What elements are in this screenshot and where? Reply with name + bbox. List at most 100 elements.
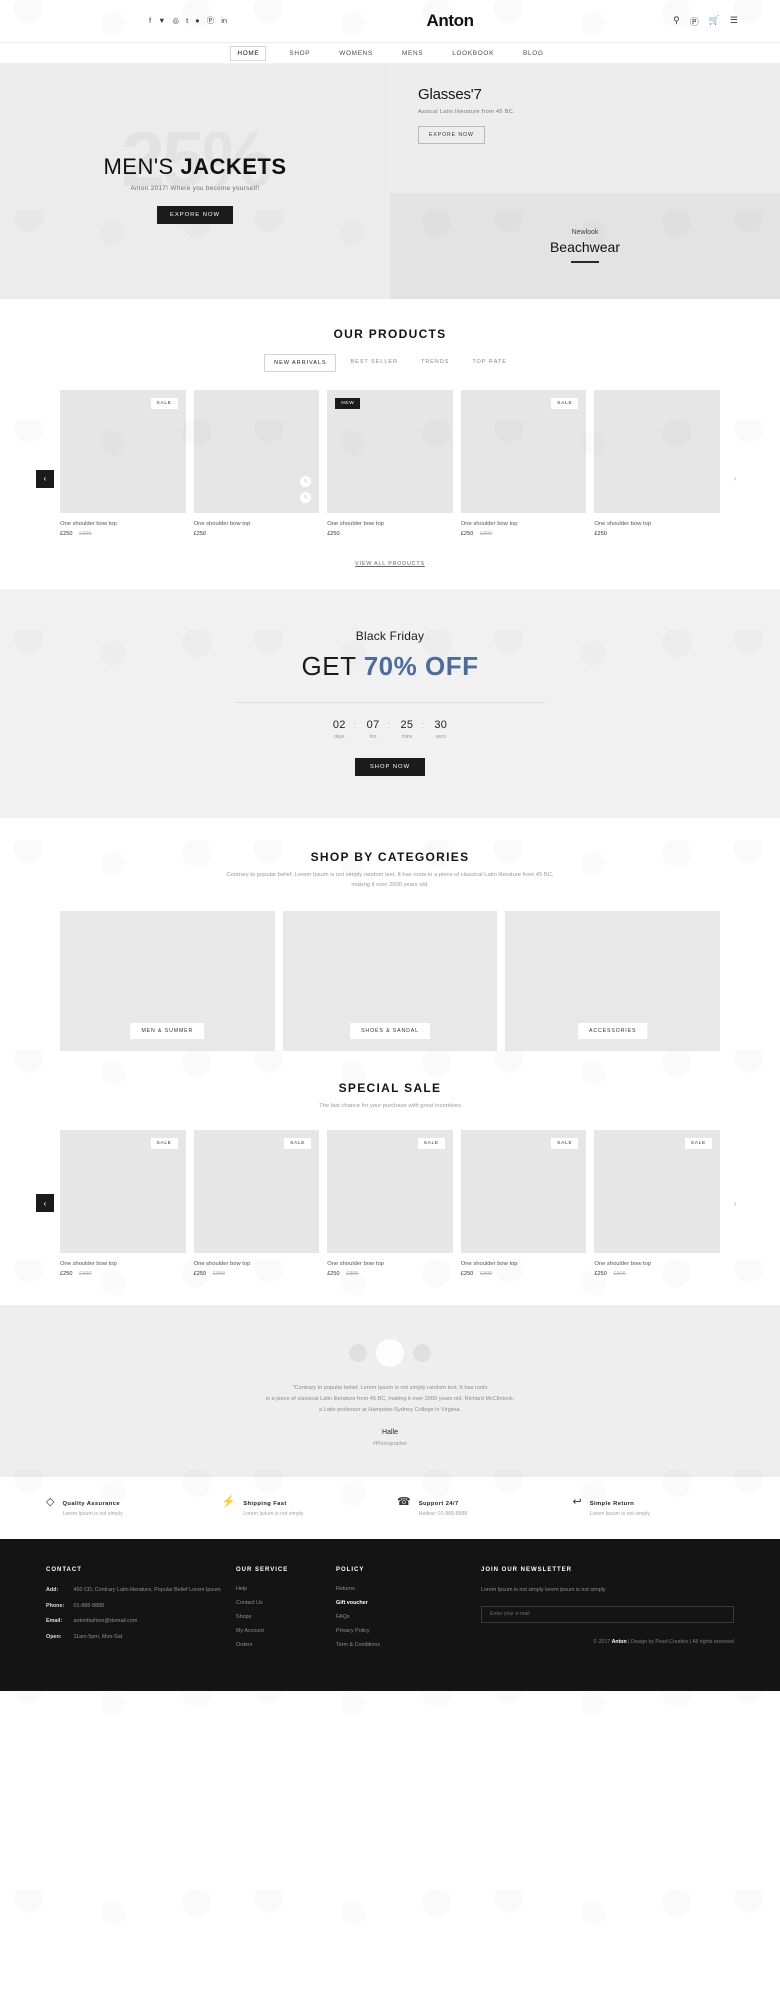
footer-link-help[interactable]: Help <box>236 1586 336 1592</box>
sale-product-card[interactable]: SALE One shoulder bow top £250 £300 <box>594 1129 720 1277</box>
product-card[interactable]: SALE One shoulder bow top £250 £300 <box>460 390 587 537</box>
site-logo[interactable]: Anton <box>227 11 673 31</box>
contact-label: Open: <box>46 1634 62 1641</box>
product-price: £250 £300 <box>60 1271 186 1277</box>
price-current: £250 <box>193 1270 207 1277</box>
nav-item-home[interactable]: HOME <box>230 45 267 61</box>
search-icon[interactable]: ⚲ <box>673 15 680 28</box>
product-card[interactable]: ♡ ♡ One shoulder bow top £250 <box>193 390 320 537</box>
product-price: £250 <box>327 531 453 537</box>
product-image[interactable] <box>594 390 720 513</box>
twitter-icon[interactable]: ▼ <box>158 17 165 25</box>
footer-link-faqs[interactable]: FAQs <box>336 1614 481 1620</box>
countdown-label: days <box>333 734 345 740</box>
dribbble-icon[interactable]: ● <box>195 17 200 25</box>
product-card[interactable]: NEW One shoulder bow top £250 <box>327 390 453 537</box>
product-name: One shoulder bow top <box>594 1260 652 1267</box>
contact-value[interactable]: antonfashion@domail.com <box>74 1618 138 1624</box>
footer-policy-heading: POLICY <box>336 1567 365 1574</box>
tab-trends[interactable]: TRENDS <box>412 354 458 372</box>
favorite-icon[interactable]: ♡ <box>300 492 312 503</box>
facebook-icon[interactable]: f <box>149 17 151 25</box>
avatar[interactable] <box>413 1343 431 1362</box>
product-image[interactable]: SALE <box>327 1129 453 1253</box>
tab-top-rate[interactable]: TOP RATE <box>463 354 516 372</box>
footer-link-terms[interactable]: Term & Conditions <box>336 1642 481 1648</box>
black-friday-headline: GET 70% OFF <box>0 651 780 682</box>
countdown-minutes: 25 mins <box>388 719 414 740</box>
category-label[interactable]: SHOES & SANDAL <box>350 1022 430 1039</box>
avatar-active[interactable] <box>376 1338 404 1367</box>
sale-carousel-next-button[interactable]: › <box>726 1194 744 1212</box>
sale-carousel-prev-button[interactable]: ‹ <box>36 1194 54 1213</box>
user-icon[interactable]: Ⓟ <box>690 15 699 28</box>
sale-product-card[interactable]: SALE One shoulder bow top £250 £300 <box>193 1129 320 1277</box>
hero-primary-banner[interactable]: 25% MEN'S JACKETS Anton 2017! Where you … <box>0 64 390 299</box>
social-links[interactable]: f ▼ ◎ t ● Ⓟ in <box>149 17 227 25</box>
product-price: £250 £300 <box>194 1271 320 1277</box>
avatar[interactable] <box>349 1343 367 1362</box>
countdown-label: hrs <box>369 734 377 740</box>
category-label[interactable]: MEN & SUMMER <box>130 1022 205 1039</box>
product-badge-sale: SALE <box>551 398 579 409</box>
nav-item-mens[interactable]: MENS <box>396 47 429 60</box>
carousel-prev-button[interactable]: ‹ <box>36 469 54 488</box>
product-image[interactable]: NEW <box>327 390 453 513</box>
product-card[interactable]: One shoulder bow top £250 <box>594 390 720 537</box>
product-card[interactable]: SALE One shoulder bow top £250 £300 <box>60 390 186 537</box>
footer-link-my-account[interactable]: My Account <box>236 1628 336 1634</box>
price-current: £250 <box>60 531 73 537</box>
product-image[interactable]: SALE <box>460 1129 587 1253</box>
footer-link-contact-us[interactable]: Contact Us <box>236 1600 336 1606</box>
nav-item-blog[interactable]: BLOG <box>517 47 550 60</box>
sale-product-card[interactable]: SALE One shoulder bow top £250 £300 <box>60 1129 186 1277</box>
product-image[interactable]: SALE <box>60 1129 186 1253</box>
features-bar: ◇ Quality Assurance Lorem Ipsum is not s… <box>0 1477 780 1539</box>
instagram-icon[interactable]: ◎ <box>173 17 180 25</box>
category-card[interactable]: ACCESSORIES <box>505 910 721 1051</box>
footer-link-shops[interactable]: Shops <box>236 1614 336 1620</box>
view-all-products-link[interactable]: VIEW ALL PRODUCTS <box>60 561 720 567</box>
product-badge-sale: SALE <box>417 1137 445 1149</box>
footer-link-privacy-policy[interactable]: Privacy Policy <box>336 1628 481 1634</box>
footer-link-gift-voucher[interactable]: Gift voucher <box>336 1600 481 1606</box>
glasses-title: Glasses'7 <box>418 86 482 103</box>
category-card[interactable]: SHOES & SANDAL <box>282 910 498 1051</box>
categories-section: SHOP BY CATEGORIES Contrary to popular b… <box>0 818 780 1051</box>
product-image[interactable]: SALE <box>460 390 587 513</box>
newsletter-email-input[interactable]: Enter your e-mail <box>481 1605 734 1623</box>
price-original: £300 <box>212 1270 226 1277</box>
product-image[interactable]: ♡ ♡ <box>193 390 320 513</box>
product-quick-actions[interactable]: ♡ ♡ <box>300 476 312 503</box>
product-price: £250 <box>194 531 320 537</box>
hero-beachwear-banner[interactable]: Newlook Beachwear <box>390 192 780 299</box>
sale-product-card[interactable]: SALE One shoulder bow top £250 £300 <box>327 1129 453 1277</box>
tab-new-arrivals[interactable]: NEW ARRIVALS <box>264 354 337 372</box>
footer-link-orders[interactable]: Orders <box>236 1642 336 1648</box>
hero-glasses-banner[interactable]: Glasses'7 Assical Latin literature from … <box>390 64 780 193</box>
product-image[interactable]: SALE <box>594 1129 720 1253</box>
categories-title: SHOP BY CATEGORIES <box>310 850 470 864</box>
hero-cta-button[interactable]: EXPORE NOW <box>157 205 233 224</box>
product-image[interactable]: SALE <box>60 390 186 513</box>
tumblr-icon[interactable]: t <box>186 17 188 25</box>
carousel-next-button[interactable]: › <box>726 470 744 488</box>
nav-item-womens[interactable]: WOMENS <box>333 47 379 60</box>
wishlist-icon[interactable]: ♡ <box>300 476 312 487</box>
nav-item-lookbook[interactable]: LOOKBOOK <box>446 47 500 60</box>
nav-item-shop[interactable]: SHOP <box>283 47 316 60</box>
glasses-cta-button[interactable]: EXPORE NOW <box>418 126 485 144</box>
footer-link-returns[interactable]: Returns <box>336 1586 481 1592</box>
sale-product-card[interactable]: SALE One shoulder bow top £250 £300 <box>460 1129 587 1277</box>
menu-icon[interactable]: ☰ <box>730 15 738 28</box>
pinterest-icon[interactable]: Ⓟ <box>207 17 215 25</box>
cart-icon[interactable]: 🛒 <box>709 15 720 28</box>
category-card[interactable]: MEN & SUMMER <box>60 910 275 1051</box>
category-label[interactable]: ACCESSORIES <box>577 1022 648 1039</box>
feature-item: ↩ Simple Return Lorem Ipsum is not simpl… <box>573 1497 735 1518</box>
shop-now-button[interactable]: SHOP NOW <box>354 758 426 776</box>
footer-service-column: OUR SERVICE Help Contact Us Shops My Acc… <box>236 1567 336 1656</box>
product-image[interactable]: SALE <box>193 1129 320 1253</box>
product-name: One shoulder bow top <box>193 521 251 527</box>
tab-best-seller[interactable]: BEST SELLER <box>341 354 406 372</box>
